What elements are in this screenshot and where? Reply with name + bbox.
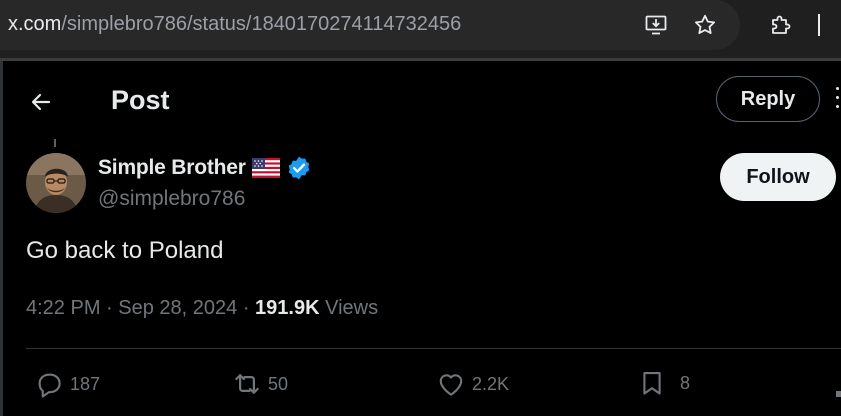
reply-count: 187 bbox=[70, 373, 101, 394]
heart-icon bbox=[439, 374, 463, 396]
address-url[interactable]: x.com/simplebro786/status/18401702741147… bbox=[8, 13, 461, 36]
views-label: Views bbox=[325, 297, 379, 319]
us-flag-icon bbox=[251, 158, 280, 178]
share-icon[interactable] bbox=[836, 391, 841, 397]
reply-button[interactable]: Reply bbox=[716, 76, 820, 122]
bookmark-action[interactable]: 8 bbox=[638, 369, 690, 397]
url-path: /simplebro786/status/1840170274114732456 bbox=[61, 13, 462, 35]
install-app-icon[interactable] bbox=[643, 12, 669, 38]
browser-toolbar: x.com/simplebro786/status/18401702741147… bbox=[0, 0, 841, 58]
meta-separator: · bbox=[237, 297, 256, 319]
page-title: Post bbox=[111, 85, 170, 115]
author-name-row: Simple Brother bbox=[98, 155, 312, 181]
follow-button[interactable]: Follow bbox=[720, 153, 836, 201]
views-count: 191.9K bbox=[255, 297, 320, 319]
like-count: 2.2K bbox=[472, 373, 510, 394]
extensions-icon[interactable] bbox=[768, 12, 794, 38]
bookmark-count: 8 bbox=[680, 372, 691, 393]
column-border bbox=[0, 61, 3, 416]
repost-icon bbox=[235, 374, 259, 394]
back-arrow-icon[interactable] bbox=[22, 83, 60, 121]
author-display-name[interactable]: Simple Brother bbox=[98, 156, 246, 180]
bookmark-icon bbox=[643, 372, 661, 395]
post-time[interactable]: 4:22 PM bbox=[26, 297, 100, 319]
author-handle[interactable]: @simplebro786 bbox=[98, 187, 245, 211]
avatar[interactable] bbox=[26, 153, 86, 213]
reply-icon bbox=[38, 373, 61, 398]
post-page: Post Reply Simple Brother @simplebro786 … bbox=[0, 61, 841, 416]
verified-badge-icon[interactable] bbox=[286, 155, 312, 181]
actions-divider bbox=[26, 348, 841, 349]
address-bar[interactable]: x.com/simplebro786/status/18401702741147… bbox=[0, 0, 740, 50]
more-options-icon[interactable] bbox=[834, 87, 841, 111]
like-action[interactable]: 2.2K bbox=[436, 369, 509, 399]
toolbar-divider bbox=[818, 14, 820, 36]
thread-line bbox=[54, 139, 56, 147]
repost-count: 50 bbox=[268, 373, 289, 394]
bookmark-star-icon[interactable] bbox=[692, 12, 718, 38]
post-text: Go back to Poland bbox=[26, 237, 224, 264]
post-metadata: 4:22 PM · Sep 28, 2024 · 191.9K Views bbox=[26, 297, 378, 320]
post-date[interactable]: Sep 28, 2024 bbox=[118, 297, 237, 319]
repost-action[interactable]: 50 bbox=[232, 369, 288, 399]
url-host: x.com bbox=[8, 13, 62, 35]
reply-action[interactable]: 187 bbox=[34, 369, 100, 399]
meta-separator: · bbox=[100, 297, 119, 319]
